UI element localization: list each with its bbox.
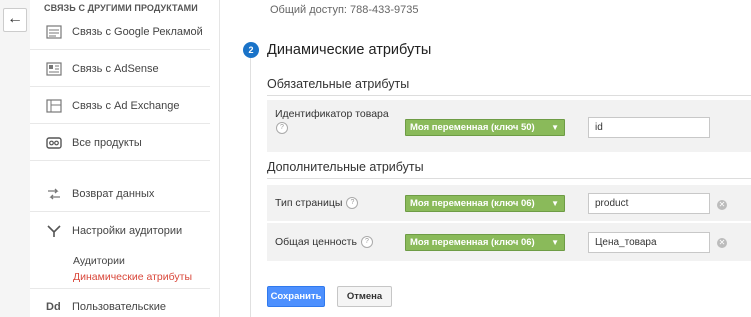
attribute-row-total-value: Общая ценность? Моя переменная (ключ 06)… xyxy=(267,223,751,261)
attribute-label-text: Общая ценность xyxy=(275,236,357,248)
back-arrow-button[interactable]: ← xyxy=(3,8,27,32)
step-connector-line xyxy=(250,58,251,317)
sidebar-item-data-import[interactable]: Возврат данных xyxy=(30,176,210,212)
chevron-down-icon: ▼ xyxy=(551,238,559,247)
ad-exchange-icon xyxy=(46,98,62,113)
audience-icon xyxy=(47,225,61,237)
custom-definitions-icon: Dd xyxy=(46,300,61,313)
sidebar-item-label: Связь с Google Рекламой xyxy=(72,25,203,38)
attribute-value-input[interactable]: Цена_товара xyxy=(588,232,710,253)
section-title: Динамические атрибуты xyxy=(267,42,432,58)
help-icon[interactable]: ? xyxy=(276,122,288,134)
attribute-row-page-type: Тип страницы? Моя переменная (ключ 06) ▼… xyxy=(267,185,751,221)
sidebar-item-google-ads[interactable]: Связь с Google Рекламой xyxy=(30,14,210,50)
divider xyxy=(267,95,751,96)
help-icon[interactable]: ? xyxy=(346,197,359,210)
sidebar-item-custom-definitions[interactable]: Dd Пользовательские xyxy=(30,288,210,317)
sidebar-item-all-products[interactable]: Все продукты xyxy=(30,125,210,161)
sidebar-item-audience-settings[interactable]: Настройки аудитории xyxy=(30,213,210,249)
attribute-value-input[interactable]: product xyxy=(588,193,710,214)
remove-attribute-icon[interactable]: ✕ xyxy=(717,200,727,210)
sidebar-item-label: Все продукты xyxy=(72,136,142,149)
optional-attributes-title: Дополнительные атрибуты xyxy=(267,160,424,174)
remove-attribute-icon[interactable]: ✕ xyxy=(717,238,727,248)
sidebar-item-label: Настройки аудитории xyxy=(72,225,183,237)
back-arrow-icon: ← xyxy=(7,10,23,27)
chevron-down-icon: ▼ xyxy=(551,199,559,208)
sidebar-heading: СВЯЗЬ С ДРУГИМИ ПРОДУКТАМИ xyxy=(44,3,198,13)
sidebar-subitem-dynamic-attributes[interactable]: Динамические атрибуты xyxy=(73,271,192,283)
help-icon[interactable]: ? xyxy=(360,236,373,249)
required-attributes-title: Обязательные атрибуты xyxy=(267,77,410,91)
variable-select-value: Моя переменная (ключ 06) xyxy=(410,198,535,209)
adsense-icon xyxy=(46,61,62,76)
left-strip: ← xyxy=(0,0,31,317)
google-ads-icon xyxy=(46,24,62,39)
data-import-icon xyxy=(48,188,60,199)
attribute-label: Общая ценность? xyxy=(275,236,373,249)
sidebar-item-label: Пользовательские xyxy=(72,300,166,313)
sidebar-item-ad-exchange[interactable]: Связь с Ad Exchange xyxy=(30,88,210,124)
attribute-row-product-id: Идентификатор товара ? Моя переменная (к… xyxy=(267,100,751,152)
sidebar-item-label: Возврат данных xyxy=(72,187,155,200)
sidebar-item-label: Связь с AdSense xyxy=(72,62,159,75)
attribute-label: Тип страницы? xyxy=(275,197,359,210)
sidebar-item-adsense[interactable]: Связь с AdSense xyxy=(30,51,210,87)
variable-select-value: Моя переменная (ключ 06) xyxy=(410,237,535,248)
variable-select[interactable]: Моя переменная (ключ 06) ▼ xyxy=(405,234,565,251)
main-content: Общий доступ: 788-433-9735 2 Динамически… xyxy=(240,0,751,317)
sidebar-item-label: Связь с Ad Exchange xyxy=(72,99,180,112)
variable-select[interactable]: Моя переменная (ключ 50) ▼ xyxy=(405,119,565,136)
step-badge: 2 xyxy=(243,42,259,58)
admin-sidebar: СВЯЗЬ С ДРУГИМИ ПРОДУКТАМИ Связь с Googl… xyxy=(30,0,220,317)
divider xyxy=(267,178,751,179)
attribute-label: Идентификатор товара xyxy=(275,108,389,120)
attribute-label-text: Тип страницы xyxy=(275,197,343,209)
sidebar-subitem-audiences[interactable]: Аудитории xyxy=(73,255,125,267)
chevron-down-icon: ▼ xyxy=(551,123,559,132)
cancel-button[interactable]: Отмена xyxy=(337,286,392,307)
save-button[interactable]: Сохранить xyxy=(267,286,325,307)
share-info: Общий доступ: 788-433-9735 xyxy=(270,4,419,16)
variable-select-value: Моя переменная (ключ 50) xyxy=(410,122,535,133)
all-products-icon xyxy=(46,136,62,149)
variable-select[interactable]: Моя переменная (ключ 06) ▼ xyxy=(405,195,565,212)
attribute-value-input[interactable]: id xyxy=(588,117,710,138)
